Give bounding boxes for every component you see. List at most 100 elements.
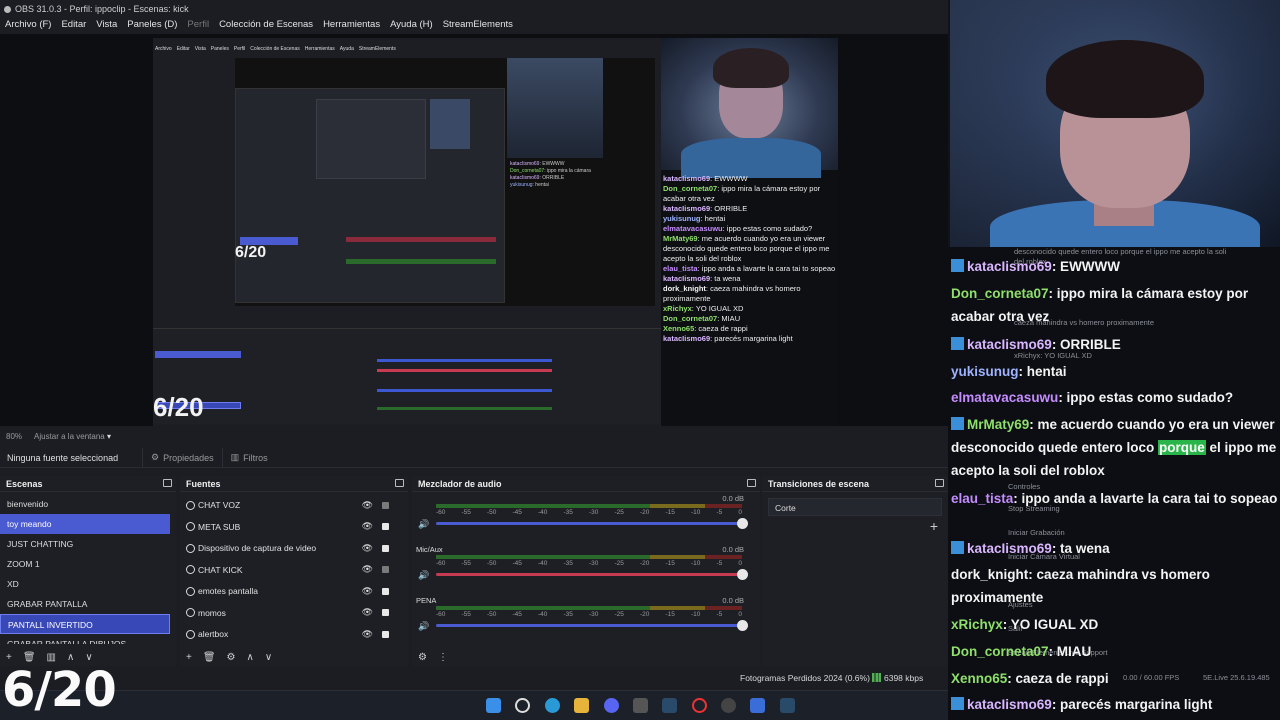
nested-menu-item: Archivo bbox=[155, 46, 172, 52]
eye-icon[interactable]: 👁 bbox=[362, 521, 373, 532]
source-item[interactable]: META SUB 👁 bbox=[180, 514, 408, 536]
windows-start-icon[interactable] bbox=[486, 698, 501, 713]
lock-icon[interactable] bbox=[382, 523, 389, 531]
steam-icon[interactable] bbox=[780, 698, 795, 713]
steam-icon[interactable] bbox=[662, 698, 677, 713]
add-source-icon[interactable]: + bbox=[186, 652, 192, 663]
preview-chat-line: MrMaty69: me acuerdo cuando yo era un vi… bbox=[663, 234, 836, 264]
eye-icon[interactable]: 👁 bbox=[362, 629, 373, 640]
track-name: PENA bbox=[416, 596, 437, 605]
scene-item[interactable]: ZOOM 1 bbox=[0, 554, 170, 574]
lock-icon[interactable] bbox=[382, 630, 389, 638]
calculator-icon[interactable] bbox=[633, 698, 648, 713]
add-transition-icon[interactable]: + bbox=[930, 518, 938, 534]
volume-knob[interactable] bbox=[737, 620, 748, 631]
chat-message: : ta wena bbox=[710, 274, 741, 283]
lock-icon[interactable] bbox=[382, 587, 389, 595]
preview-chat-line: katacIismo69: ORRIBLE bbox=[663, 204, 836, 214]
level-meter bbox=[436, 606, 742, 610]
source-item[interactable]: emotes pantalla 👁 bbox=[180, 578, 408, 600]
transition-select[interactable]: Corte bbox=[768, 498, 942, 516]
source-item[interactable]: CHAT KICK 👁 bbox=[180, 557, 408, 579]
gear-icon[interactable]: ⚙ bbox=[227, 652, 236, 663]
zoom-fit-select[interactable]: Ajustar a la ventana ▾ bbox=[34, 432, 111, 441]
volume-slider[interactable] bbox=[436, 522, 742, 525]
undock-icon[interactable] bbox=[163, 479, 172, 487]
app-icon[interactable] bbox=[750, 698, 765, 713]
menu-item[interactable]: Perfil bbox=[187, 19, 209, 30]
source-item[interactable]: alertbox 👁 bbox=[180, 621, 408, 643]
speaker-icon[interactable]: 🔊 bbox=[418, 519, 429, 530]
trash-icon[interactable]: 🗑 bbox=[203, 652, 216, 663]
source-item[interactable]: momos 👁 bbox=[180, 600, 408, 622]
volume-slider[interactable] bbox=[436, 624, 742, 627]
volume-knob[interactable] bbox=[737, 518, 748, 529]
scene-item[interactable]: PANTALL INVERTIDO bbox=[0, 614, 170, 634]
eye-icon[interactable]: 👁 bbox=[362, 564, 373, 575]
eye-icon[interactable]: 👁 bbox=[362, 543, 373, 554]
menu-item[interactable]: Ayuda (H) bbox=[390, 19, 433, 30]
menu-item[interactable]: StreamElements bbox=[443, 19, 513, 30]
preview-chat-line: Don_corneta07: ippo mira la cámara estoy… bbox=[663, 184, 836, 204]
eye-icon[interactable]: 👁 bbox=[362, 500, 373, 511]
chat-text: : ippo anda a lavarte la cara tai to sop… bbox=[1013, 491, 1278, 506]
menu-item[interactable]: Herramientas bbox=[323, 19, 380, 30]
volume-knob[interactable] bbox=[737, 569, 748, 580]
nested-counter-mid: 6/20 bbox=[235, 244, 267, 261]
opera-icon[interactable] bbox=[692, 698, 707, 713]
menu-item[interactable]: Colección de Escenas bbox=[219, 19, 313, 30]
volume-slider[interactable] bbox=[436, 573, 742, 576]
search-icon[interactable] bbox=[515, 698, 530, 713]
eye-icon[interactable]: 👁 bbox=[362, 586, 373, 597]
lock-icon[interactable] bbox=[382, 609, 389, 617]
lock-icon[interactable] bbox=[382, 566, 389, 574]
meter-tick: -40 bbox=[538, 611, 548, 618]
chat-username: MrMaty69 bbox=[967, 417, 1030, 432]
lock-icon[interactable] bbox=[382, 544, 389, 552]
edge-icon[interactable] bbox=[545, 698, 560, 713]
mixer-tracks: 0.0 dB -60 -55 -50 -45 -40 -35 -30 -25 -20 -15 -10-… bbox=[412, 492, 760, 648]
nested-webcam bbox=[507, 58, 603, 158]
chat-username: Don_corneta07 bbox=[663, 314, 718, 323]
scene-item[interactable]: XD bbox=[0, 574, 170, 594]
discord-icon[interactable] bbox=[604, 698, 619, 713]
filters-button[interactable]: ▥ Filtros bbox=[221, 447, 276, 468]
eye-icon[interactable]: 👁 bbox=[362, 607, 373, 618]
meter-tick: -25 bbox=[614, 611, 624, 618]
scenes-title: Escenas bbox=[6, 479, 43, 489]
menu-item[interactable]: Paneles (D) bbox=[127, 19, 177, 30]
source-label: CHAT VOZ bbox=[198, 500, 241, 511]
move-down-icon[interactable]: ∨ bbox=[265, 652, 272, 663]
folder-icon[interactable] bbox=[574, 698, 589, 713]
sub-badge-icon bbox=[951, 417, 964, 430]
chat-username: dork_knight bbox=[663, 284, 706, 293]
source-type-icon bbox=[186, 543, 195, 553]
undock-icon[interactable] bbox=[935, 479, 944, 487]
meter-tick: -55 bbox=[461, 560, 471, 567]
meter-tick: -55 bbox=[461, 509, 471, 516]
meter-ticks: -60 -55 -50 -45 -40 -35 -30 -25 -20 -15 -10 -5 0 bbox=[436, 611, 742, 618]
source-item[interactable]: CHAT VOZ 👁 bbox=[180, 492, 408, 514]
scene-item[interactable]: toy meando bbox=[0, 514, 170, 534]
properties-button[interactable]: ⚙ Propiedades bbox=[142, 447, 222, 468]
scene-item[interactable]: GRABAR PANTALLA bbox=[0, 594, 170, 614]
chat-message-line: yukisunug: hentai bbox=[951, 360, 1279, 383]
menu-item[interactable]: Editar bbox=[61, 19, 86, 30]
speaker-icon[interactable]: 🔊 bbox=[418, 621, 429, 632]
obs-icon[interactable] bbox=[721, 698, 736, 713]
move-up-icon[interactable]: ∧ bbox=[247, 652, 254, 663]
more-icon[interactable]: ⋮ bbox=[438, 652, 448, 663]
undock-icon[interactable] bbox=[395, 479, 404, 487]
scene-item[interactable]: bienvenido bbox=[0, 494, 170, 514]
menu-item[interactable]: Archivo (F) bbox=[5, 19, 51, 30]
scene-item[interactable]: JUST CHATTING bbox=[0, 534, 170, 554]
speaker-icon[interactable]: 🔊 bbox=[418, 570, 429, 581]
menu-item[interactable]: Vista bbox=[96, 19, 117, 30]
chat-username: katacIismo69 bbox=[967, 259, 1052, 274]
gear-icon[interactable]: ⚙ bbox=[418, 652, 427, 663]
scene-item[interactable]: GRABAR PANTALLA DIBUJOS bbox=[0, 634, 170, 644]
undock-icon[interactable] bbox=[747, 479, 756, 487]
source-item[interactable]: Dispositivo de captura de video 👁 bbox=[180, 535, 408, 557]
lock-icon[interactable] bbox=[382, 501, 389, 509]
meter-tick: -20 bbox=[640, 509, 650, 516]
